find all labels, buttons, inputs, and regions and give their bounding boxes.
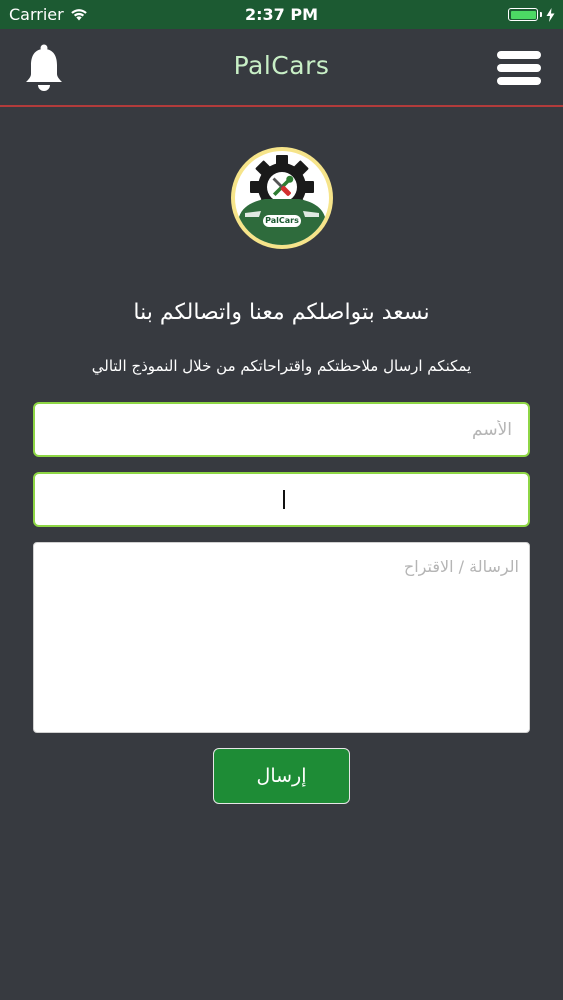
status-bar: Carrier 2:37 PM [0, 0, 563, 29]
submit-button[interactable]: إرسال [213, 748, 350, 804]
page-title: PalCars [233, 51, 330, 80]
carrier-label: Carrier [9, 5, 64, 24]
logo-inner: PalCars [235, 151, 329, 245]
palcars-logo: PalCars [231, 147, 333, 249]
status-right [508, 7, 555, 22]
menu-bar [497, 77, 541, 85]
menu-icon[interactable] [497, 51, 541, 85]
logo-text: PalCars [265, 216, 299, 225]
battery-tip [540, 12, 542, 17]
nav-bar: PalCars [0, 29, 563, 107]
menu-bar [497, 51, 541, 59]
text-cursor [283, 490, 285, 509]
car-icon [239, 199, 325, 245]
status-left: Carrier [9, 5, 88, 24]
contact-heading: نسعد بتواصلكم معنا واتصالكم بنا [133, 300, 430, 325]
email-input[interactable] [33, 472, 530, 527]
contact-subheading: يمكنكم ارسال ملاحظتكم واقتراحاتكم من خلا… [91, 357, 472, 375]
name-input[interactable] [33, 402, 530, 457]
message-textarea[interactable] [33, 542, 530, 733]
menu-bar [497, 64, 541, 72]
battery-icon [508, 8, 538, 21]
charging-bolt-icon [546, 7, 555, 22]
wifi-icon [70, 9, 87, 21]
